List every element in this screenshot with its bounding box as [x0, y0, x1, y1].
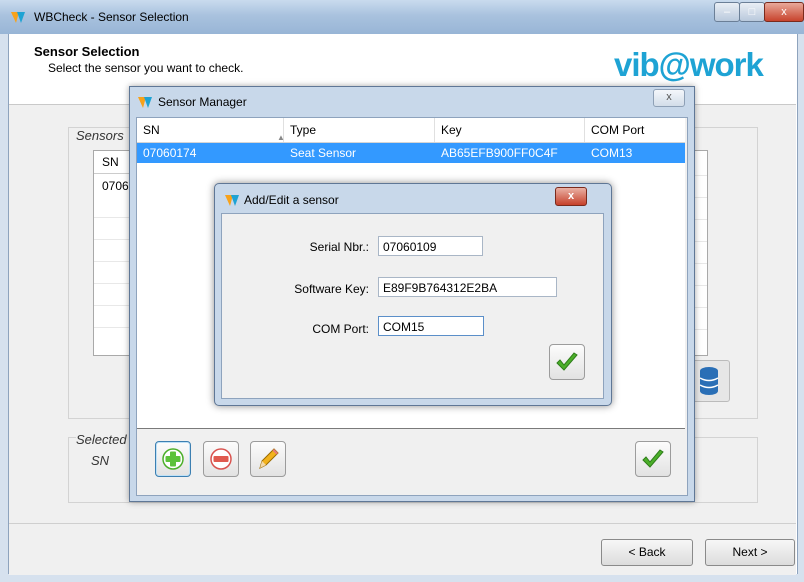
software-key-label: Software Key: — [294, 282, 369, 296]
edit-sensor-button[interactable] — [250, 441, 286, 477]
app-icon — [225, 195, 239, 206]
add-edit-close-button[interactable]: x — [555, 187, 587, 206]
sensor-manager-ok-button[interactable] — [635, 441, 671, 477]
com-port-input[interactable]: COM15 — [378, 316, 484, 336]
serial-number-label: Serial Nbr.: — [309, 240, 369, 254]
database-icon — [699, 367, 719, 395]
cell-type: Seat Sensor — [290, 146, 357, 160]
checkmark-icon — [556, 352, 578, 371]
remove-sensor-button[interactable] — [203, 441, 239, 477]
table-row[interactable]: 07060174 Seat Sensor AB65EFB900FF0C4F CO… — [137, 143, 685, 163]
com-port-label: COM Port: — [312, 322, 369, 336]
next-button[interactable]: Next > — [705, 539, 795, 566]
column-header-type[interactable]: Type — [284, 118, 435, 142]
page-title: Sensor Selection — [34, 44, 140, 59]
add-sensor-button[interactable] — [155, 441, 191, 477]
sensor-manager-title: Sensor Manager — [158, 95, 247, 109]
serial-number-input[interactable]: 07060109 — [378, 236, 483, 256]
column-header-com-port[interactable]: COM Port — [585, 118, 684, 142]
brand-logo: vib@work — [614, 46, 764, 83]
app-icon — [11, 12, 25, 23]
selected-group-label: Selected — [76, 432, 130, 447]
cell-key: AB65EFB900FF0C4F — [441, 146, 558, 160]
sensor-grid-header: SN ▲ Type Key COM Port — [137, 118, 685, 143]
add-edit-ok-button[interactable] — [549, 344, 585, 380]
software-key-input[interactable]: E89F9B764312E2BA — [378, 277, 557, 297]
checkmark-icon — [642, 449, 664, 468]
back-button[interactable]: < Back — [601, 539, 693, 566]
column-header-sn[interactable]: SN ▲ — [137, 118, 285, 142]
cell-sn: 07060174 — [143, 146, 197, 160]
sensor-manager-close-button[interactable]: x — [653, 89, 685, 107]
sensors-group-label: Sensors — [76, 128, 127, 143]
maximize-button[interactable]: □ — [739, 2, 765, 22]
cell-com-port: COM13 — [591, 146, 633, 160]
minus-icon — [210, 448, 232, 470]
page-subtitle: Select the sensor you want to check. — [48, 61, 244, 75]
add-edit-title: Add/Edit a sensor — [244, 193, 339, 207]
main-titlebar: WBCheck - Sensor Selection – □ x — [0, 0, 804, 34]
selected-sn-label: SN — [91, 453, 110, 468]
column-header-key[interactable]: Key — [435, 118, 585, 142]
minimize-button[interactable]: – — [714, 2, 740, 22]
sensor-list-item[interactable]: 0706 — [102, 179, 129, 193]
pencil-icon — [259, 448, 279, 469]
close-button[interactable]: x — [764, 2, 804, 22]
window-title: WBCheck - Sensor Selection — [34, 10, 189, 24]
app-icon — [138, 97, 152, 108]
plus-icon — [162, 448, 184, 470]
